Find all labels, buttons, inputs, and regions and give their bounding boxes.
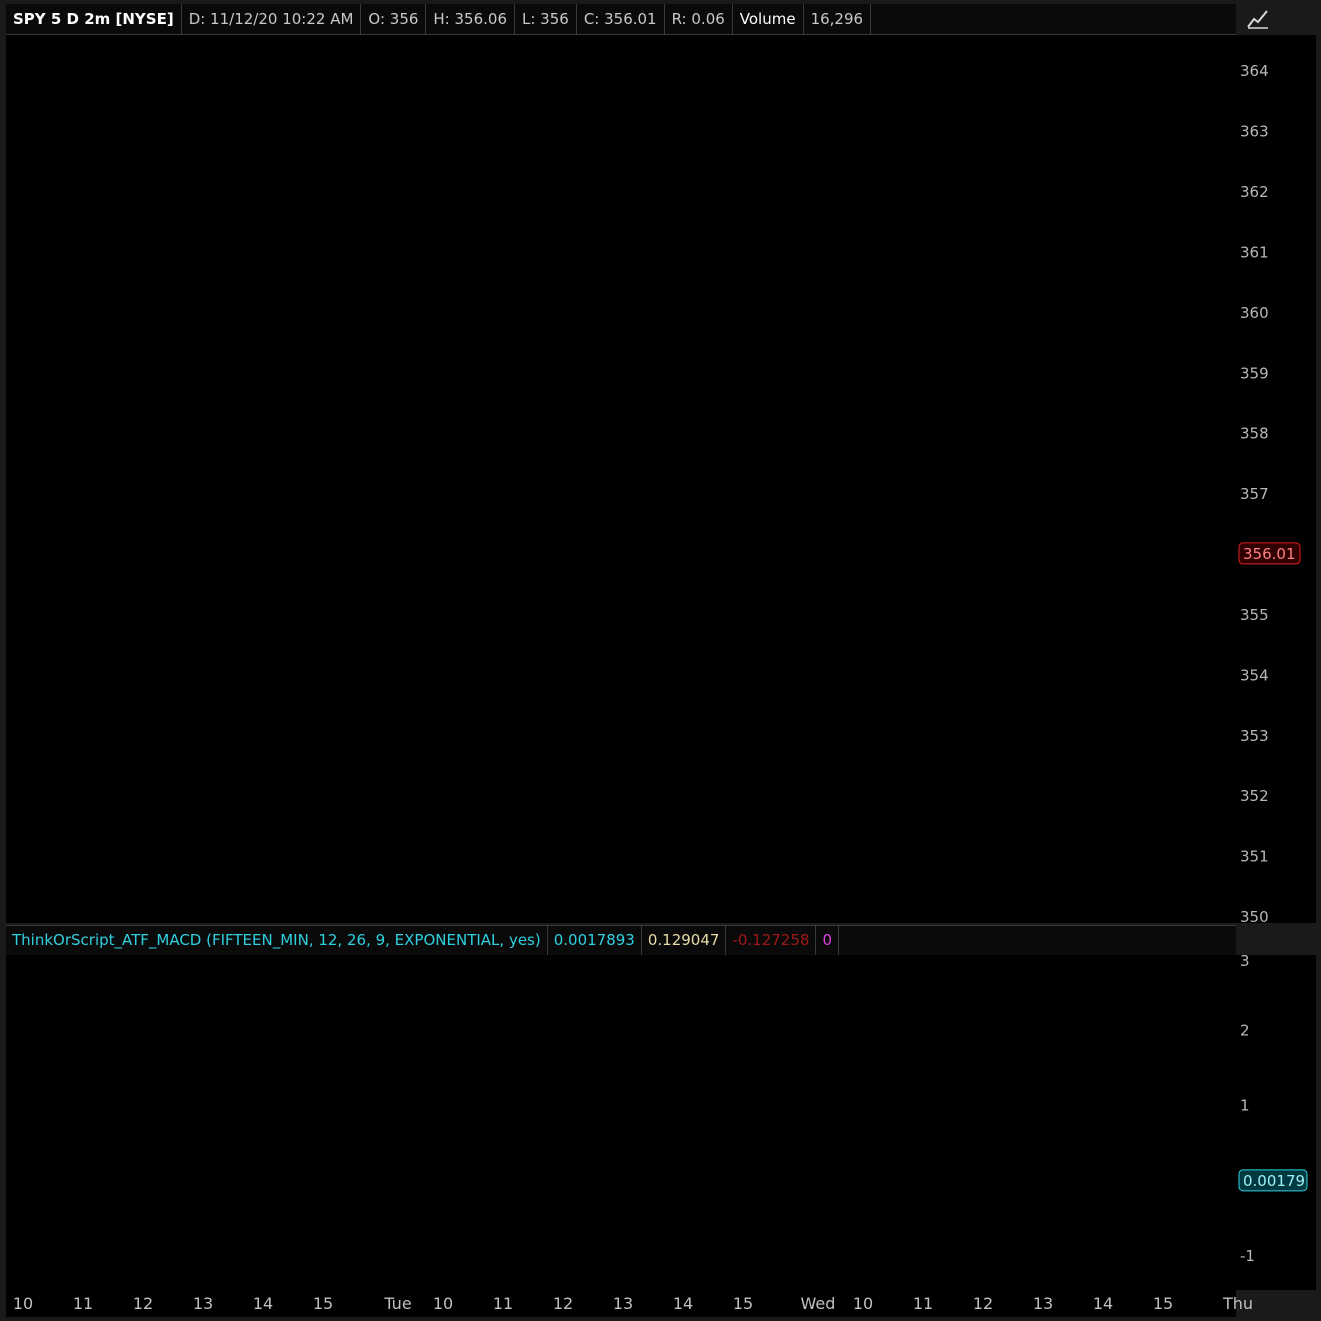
time-tick-label: Tue [383,1294,411,1313]
price-tick-label: 362 [1240,183,1269,201]
time-tick-label: Thu [1222,1294,1253,1313]
time-tick-label: 12 [973,1294,993,1313]
time-tick-label: Wed [801,1294,836,1313]
price-tick-label: 361 [1240,243,1269,261]
time-tick-label: 11 [913,1294,933,1313]
macd-tick-label: 3 [1240,952,1250,970]
price-tick-label: 355 [1240,606,1269,624]
time-tick-label: 10 [13,1294,33,1313]
price-tick-label: 358 [1240,425,1269,443]
time-tick-label: 15 [313,1294,333,1313]
time-tick-label: 11 [493,1294,513,1313]
time-tick-label: 15 [1153,1294,1173,1313]
last-price-badge-label: 356.01 [1243,545,1296,563]
chart-canvas[interactable]: SPDRs 3503513523533543553563573583593603… [0,0,1321,1321]
time-tick-label: 13 [1033,1294,1053,1313]
price-tick-label: 359 [1240,364,1269,382]
time-tick-label: 15 [733,1294,753,1313]
time-tick-label: 12 [553,1294,573,1313]
time-tick-label: 14 [1093,1294,1113,1313]
macd-tick-label: 1 [1240,1097,1250,1115]
price-plot-area [6,35,1236,923]
time-tick-label: 14 [673,1294,693,1313]
time-tick-label: 10 [433,1294,453,1313]
time-tick-label: 13 [613,1294,633,1313]
macd-axis-area [1236,955,1316,1290]
time-tick-label: 14 [253,1294,273,1313]
macd-plot-area [6,955,1236,1290]
price-tick-label: 351 [1240,848,1269,866]
price-tick-label: 352 [1240,787,1269,805]
axes: 3503513523533543553563573583593603613623… [6,35,1316,1317]
price-tick-label: 357 [1240,485,1269,503]
price-tick-label: 353 [1240,727,1269,745]
time-tick-label: 11 [73,1294,93,1313]
time-tick-label: 12 [133,1294,153,1313]
price-tick-label: 363 [1240,123,1269,141]
price-tick-label: 350 [1240,908,1269,926]
price-tick-label: 364 [1240,62,1269,80]
time-tick-label: 13 [193,1294,213,1313]
time-tick-label: 10 [853,1294,873,1313]
macd-value-badge-label: 0.00179 [1243,1172,1305,1190]
price-tick-label: 354 [1240,666,1269,684]
macd-tick-label: -1 [1240,1247,1255,1265]
price-tick-label: 360 [1240,304,1269,322]
macd-tick-label: 2 [1240,1021,1250,1039]
